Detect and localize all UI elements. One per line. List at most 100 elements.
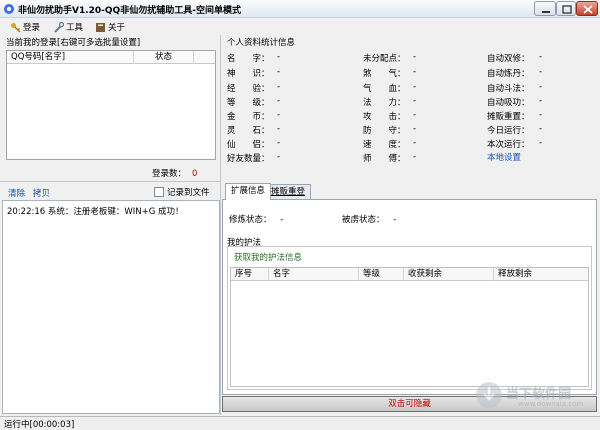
status-bar: 运行中[00:00:03] <box>0 416 600 430</box>
stat-gold-label: 金 币： <box>227 112 270 122</box>
stat-attack-label: 攻 击： <box>363 112 406 122</box>
log-to-file-checkbox[interactable]: 记录到文件 <box>154 186 210 198</box>
column-level[interactable]: 等级 <box>359 268 404 281</box>
stat-shenshi-value: - <box>277 67 281 77</box>
stat-master-value: - <box>413 152 417 162</box>
tab-vendor-relogin[interactable]: 摊贩重登 <box>265 184 312 199</box>
stat-stone-value: - <box>277 124 281 134</box>
menu-tools-label: 工具 <box>66 23 84 33</box>
protectors-table[interactable]: 序号 名字 等级 收获剩余 释放剩余 <box>230 267 589 387</box>
stat-mp-label: 法 力： <box>363 98 406 108</box>
cultivation-state-value: - <box>280 215 284 225</box>
stat-vendor-reset-label: 摊贩重置： <box>487 112 530 122</box>
stat-speed-label: 速 度： <box>363 140 406 150</box>
cultivation-state-label: 修炼状态： <box>229 215 272 225</box>
stat-vendor-reset-value: - <box>539 110 543 120</box>
stat-shaqi-value: - <box>413 67 417 77</box>
stat-defense-label: 防 守： <box>363 126 406 136</box>
fetch-protectors-link[interactable]: 获取我的护法信息 <box>234 251 302 263</box>
stat-shenshi-label: 神 识： <box>227 69 270 79</box>
stat-name-value: - <box>277 52 281 62</box>
menu-bar: 登录 工具 关于 <box>0 19 600 35</box>
captured-state-value: - <box>393 215 397 225</box>
checkbox-box[interactable] <box>154 187 164 197</box>
menu-login-label: 登录 <box>23 23 41 33</box>
log-to-file-label: 记录到文件 <box>167 188 210 198</box>
stat-auto-duel-label: 自动斗法： <box>487 84 530 94</box>
stat-shaqi-label: 煞 气： <box>363 69 406 79</box>
stat-exp-label: 经 验： <box>227 84 270 94</box>
close-icon <box>583 5 593 14</box>
stat-name-label: 名 字： <box>227 54 270 64</box>
stat-today-run-value: - <box>539 124 543 134</box>
key-icon <box>11 22 21 32</box>
minimize-button[interactable] <box>534 1 556 16</box>
tab-ext-info[interactable]: 扩展信息 <box>225 183 272 200</box>
column-harvest-remaining[interactable]: 收获剩余 <box>404 268 494 281</box>
login-count-label: 登录数： <box>152 169 187 179</box>
stats-header: 个人资料统计信息 <box>227 38 296 48</box>
protectors-group: 获取我的护法信息 序号 名字 等级 收获剩余 释放剩余 <box>227 246 592 390</box>
log-output[interactable]: 20:22:16 系统：注册老板键：WIN+G 成功！ <box>2 200 220 414</box>
wrench-icon <box>54 21 64 33</box>
captured-state-label: 被虏状态： <box>342 215 385 225</box>
column-state[interactable]: 状态 <box>134 51 194 64</box>
stat-today-run-label: 今日运行： <box>487 126 530 136</box>
stat-auto-dualcult-label: 自动双修： <box>487 54 530 64</box>
divider <box>0 181 221 182</box>
stat-unassigned-label: 未分配点： <box>363 54 406 64</box>
watermark-url: www.downxia.com <box>518 400 584 408</box>
maximize-button[interactable] <box>556 1 576 16</box>
menu-about-label: 关于 <box>108 23 126 33</box>
stat-level-value: - <box>277 96 281 106</box>
stat-stone-label: 灵 石： <box>227 126 270 136</box>
stat-auto-alchemy-label: 自动炼丹： <box>487 69 530 79</box>
stat-auto-alchemy-value: - <box>539 67 543 77</box>
column-release-remaining[interactable]: 释放剩余 <box>494 268 588 281</box>
stat-master-label: 师 傅： <box>363 154 406 164</box>
column-filler <box>194 51 215 64</box>
column-name[interactable]: 名字 <box>269 268 359 281</box>
tab-vendor-relogin-label: 摊贩重登 <box>271 187 306 197</box>
stat-unassigned-value: - <box>413 52 417 62</box>
status-text: 运行中[00:00:03] <box>4 420 75 430</box>
state-row: 修炼状态： - 被虏状态： - <box>229 213 396 225</box>
stat-defense-value: - <box>413 124 417 134</box>
maximize-icon <box>562 5 572 14</box>
stat-level-label: 等 级： <box>227 98 270 108</box>
vertical-divider <box>220 35 221 415</box>
local-settings-link[interactable]: 本地设置 <box>487 151 521 163</box>
login-count-value: 0 <box>192 169 198 179</box>
stat-auto-absorb-label: 自动吸功： <box>487 98 530 108</box>
app-icon <box>4 4 14 14</box>
stat-auto-absorb-value: - <box>539 96 543 106</box>
title-bar[interactable]: 非仙勿扰助手V1.20-QQ非仙勿扰辅助工具-空间单模式 <box>0 0 600 18</box>
login-list-header-row: QQ号码[名字] 状态 <box>7 51 215 64</box>
watermark: 当下软件园 www.downxia.com <box>476 380 600 414</box>
login-list[interactable]: QQ号码[名字] 状态 <box>6 50 216 160</box>
stat-session-run-value: - <box>539 138 543 148</box>
column-qq[interactable]: QQ号码[名字] <box>7 51 134 64</box>
menu-login[interactable]: 登录 <box>10 21 40 33</box>
minimize-icon <box>542 11 550 13</box>
clear-link[interactable]: 清除 <box>8 187 25 199</box>
download-arrow-icon <box>483 387 495 401</box>
menu-tools[interactable]: 工具 <box>53 21 83 33</box>
stat-mp-value: - <box>413 96 417 106</box>
stat-exp-value: - <box>277 82 281 92</box>
stat-hp-label: 气 血： <box>363 84 406 94</box>
stat-partner-value: - <box>277 138 281 148</box>
copy-link[interactable]: 拷贝 <box>33 187 50 199</box>
stat-attack-value: - <box>413 110 417 120</box>
login-list-header: 当前我的登录[右键可多选批量设置] <box>6 38 141 48</box>
stats-panel: 名 字： - 神 识： - 经 验： - 等 级： - 金 币： - 灵 石： … <box>225 49 597 165</box>
column-index[interactable]: 序号 <box>231 268 269 281</box>
ext-info-panel: 修炼状态： - 被虏状态： - 我的护法 获取我的护法信息 序号 名字 等级 收… <box>222 199 597 395</box>
stat-friends-label: 好友数量： <box>227 154 270 164</box>
log-line: 20:22:16 系统：注册老板键：WIN+G 成功！ <box>7 207 184 217</box>
book-icon <box>96 22 105 32</box>
stat-auto-duel-value: - <box>539 82 543 92</box>
menu-about[interactable]: 关于 <box>95 21 125 33</box>
close-button[interactable] <box>576 1 598 16</box>
stat-hp-value: - <box>413 82 417 92</box>
